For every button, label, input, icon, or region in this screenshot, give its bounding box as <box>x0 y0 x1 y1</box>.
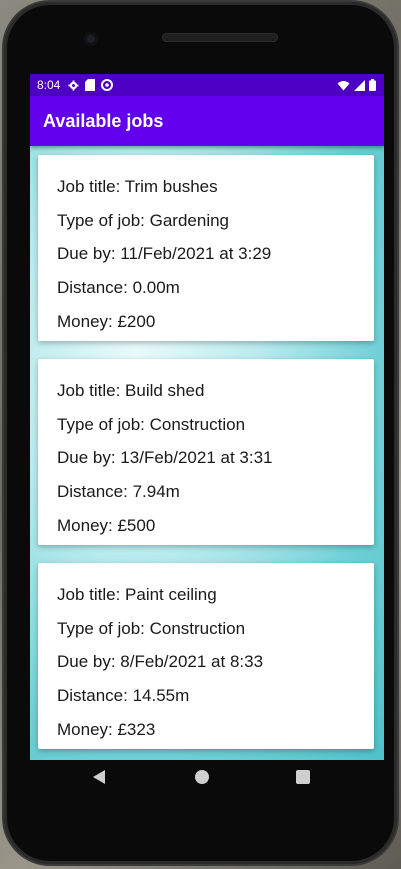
job-money: Money: £323 <box>57 720 156 739</box>
job-money: Money: £500 <box>57 516 156 535</box>
signal-icon <box>354 79 365 91</box>
job-card[interactable]: Job title: Trim bushes Type of job: Gard… <box>38 155 374 341</box>
navigation-bar <box>4 760 397 804</box>
battery-icon <box>369 79 376 91</box>
back-icon[interactable] <box>93 770 105 784</box>
job-card[interactable]: Job title: Paint ceiling Type of job: Co… <box>38 563 374 749</box>
job-due: Due by: 13/Feb/2021 at 3:31 <box>57 448 273 467</box>
wifi-icon <box>337 80 350 90</box>
job-due: Due by: 11/Feb/2021 at 3:29 <box>57 244 272 263</box>
job-type: Type of job: Construction <box>57 619 246 638</box>
app-bar: Available jobs <box>30 96 384 146</box>
job-title: Job title: Trim bushes <box>57 177 218 196</box>
job-distance: Distance: 0.00m <box>57 278 180 297</box>
job-type: Type of job: Gardening <box>57 211 230 230</box>
phone-frame: 8:04 Available jobs Job title: Trim bush… <box>4 2 397 864</box>
page-title: Available jobs <box>43 111 164 131</box>
sync-icon <box>101 79 114 91</box>
home-icon[interactable] <box>195 770 209 784</box>
front-camera <box>84 32 98 46</box>
earpiece-speaker <box>162 33 278 42</box>
screen: 8:04 Available jobs Job title: Trim bush… <box>30 74 384 760</box>
recents-icon[interactable] <box>296 770 310 784</box>
status-bar: 8:04 <box>30 74 384 96</box>
job-title: Job title: Build shed <box>57 381 205 400</box>
job-title: Job title: Paint ceiling <box>57 585 217 604</box>
job-due: Due by: 8/Feb/2021 at 8:33 <box>57 652 264 671</box>
job-type: Type of job: Construction <box>57 415 246 434</box>
job-money: Money: £200 <box>57 312 156 331</box>
job-list[interactable]: Job title: Trim bushes Type of job: Gard… <box>30 146 384 760</box>
job-distance: Distance: 7.94m <box>57 482 180 501</box>
job-distance: Distance: 14.55m <box>57 686 190 705</box>
status-time: 8:04 <box>37 78 61 92</box>
gear-icon <box>68 79 79 91</box>
sd-card-icon <box>85 79 96 91</box>
job-card[interactable]: Job title: Build shed Type of job: Const… <box>38 359 374 545</box>
